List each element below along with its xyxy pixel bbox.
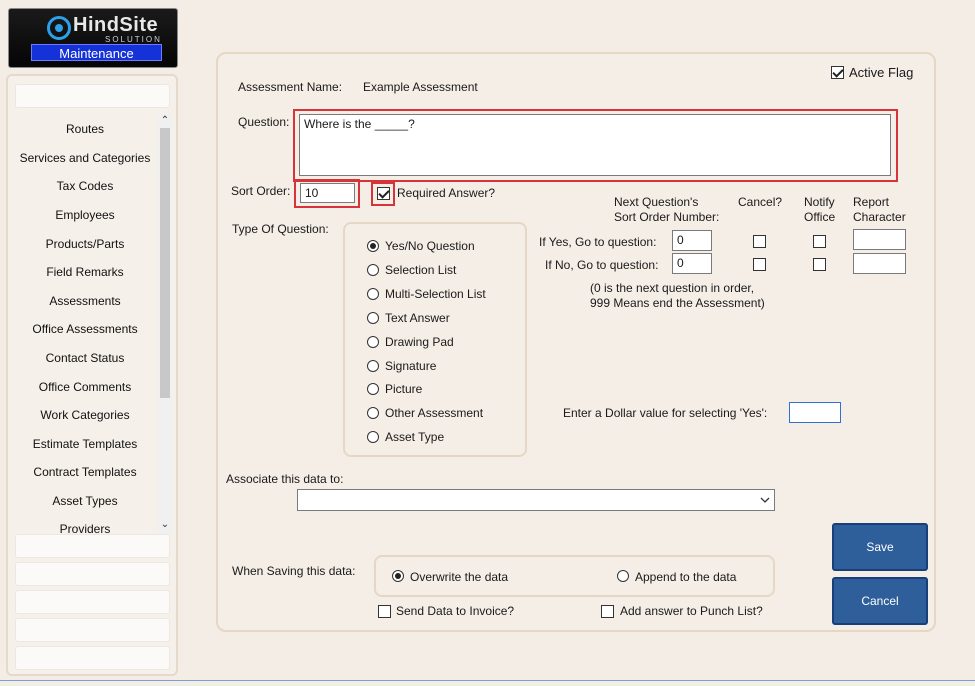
if-yes-notify-checkbox[interactable] xyxy=(813,235,826,248)
radio-signature[interactable] xyxy=(367,360,379,372)
radio-text-answer[interactable] xyxy=(367,312,379,324)
scroll-thumb[interactable] xyxy=(160,128,170,398)
sidebar-item-assessments[interactable]: Assessments xyxy=(12,294,158,308)
radio-other-assessment[interactable] xyxy=(367,407,379,419)
radio-drawing-pad[interactable] xyxy=(367,336,379,348)
sidebar-group-button[interactable] xyxy=(15,84,170,108)
option-signature[interactable]: Signature xyxy=(385,359,436,373)
radio-asset-type[interactable] xyxy=(367,431,379,443)
if-no-notify-checkbox[interactable] xyxy=(813,258,826,271)
dollar-value-label: Enter a Dollar value for selecting 'Yes'… xyxy=(563,406,768,420)
option-other-assessment[interactable]: Other Assessment xyxy=(385,406,483,420)
option-overwrite[interactable]: Overwrite the data xyxy=(410,570,508,584)
sidebar-item-work-categories[interactable]: Work Categories xyxy=(12,408,158,422)
required-answer-checkbox[interactable] xyxy=(377,187,390,200)
punch-list-label: Add answer to Punch List? xyxy=(620,604,763,618)
option-multi-selection-list[interactable]: Multi-Selection List xyxy=(385,287,486,301)
sidebar-group-button[interactable] xyxy=(15,562,170,586)
radio-selection-list[interactable] xyxy=(367,264,379,276)
window-bottom-border xyxy=(0,680,975,681)
option-selection-list[interactable]: Selection List xyxy=(385,263,456,277)
punch-list-checkbox[interactable] xyxy=(601,605,614,618)
scroll-up-icon[interactable]: ⌃ xyxy=(158,114,172,128)
if-yes-report-input[interactable] xyxy=(853,229,906,250)
option-picture[interactable]: Picture xyxy=(385,382,422,396)
send-invoice-checkbox[interactable] xyxy=(378,605,391,618)
logo-brand: HindSite xyxy=(73,14,159,36)
sidebar-item-contact-status[interactable]: Contact Status xyxy=(12,351,158,365)
sidebar-item-routes[interactable]: Routes xyxy=(12,122,158,136)
sidebar-item-office-comments[interactable]: Office Comments xyxy=(12,380,158,394)
if-yes-label: If Yes, Go to question: xyxy=(539,235,657,249)
branch-note-line-1: (0 is the next question in order, xyxy=(590,281,755,295)
sidebar-item-field-remarks[interactable]: Field Remarks xyxy=(12,265,158,279)
sidebar-item-products-parts[interactable]: Products/Parts xyxy=(12,237,158,251)
option-text-answer[interactable]: Text Answer xyxy=(385,311,450,325)
question-label: Question: xyxy=(238,115,290,129)
saving-label: When Saving this data: xyxy=(232,564,356,578)
branch-note-line-2: 999 Means end the Assessment) xyxy=(590,296,765,310)
next-question-header-2: Sort Order Number: xyxy=(614,210,720,224)
logo-mark-icon xyxy=(47,16,71,40)
option-append[interactable]: Append to the data xyxy=(635,570,736,584)
active-flag-label: Active Flag xyxy=(849,65,914,80)
required-answer-label: Required Answer? xyxy=(397,186,496,200)
sort-order-input[interactable]: 10 xyxy=(300,183,355,203)
cancel-button[interactable]: Cancel xyxy=(832,577,928,625)
sidebar-item-contract-templates[interactable]: Contract Templates xyxy=(12,465,158,479)
sidebar-group-button[interactable] xyxy=(15,646,170,670)
sidebar-group-button[interactable] xyxy=(15,534,170,558)
report-header-1: Report xyxy=(853,195,890,209)
chevron-down-icon[interactable] xyxy=(759,494,771,506)
maintenance-menu-list: Routes Services and Categories Tax Codes… xyxy=(12,114,158,536)
sidebar-group-button[interactable] xyxy=(15,590,170,614)
if-no-report-input[interactable] xyxy=(853,253,906,274)
dollar-value-input[interactable] xyxy=(789,402,841,423)
radio-picture[interactable] xyxy=(367,383,379,395)
sidebar: Routes Services and Categories Tax Codes… xyxy=(6,74,178,676)
logo-subtitle: SOLUTION xyxy=(105,35,162,44)
sidebar-item-tax-codes[interactable]: Tax Codes xyxy=(12,179,158,193)
radio-append[interactable] xyxy=(617,570,629,582)
if-no-cancel-checkbox[interactable] xyxy=(753,258,766,271)
sidebar-item-office-assessments[interactable]: Office Assessments xyxy=(12,322,158,336)
sort-order-label: Sort Order: xyxy=(231,184,291,198)
notify-header-2: Office xyxy=(804,210,836,224)
question-textarea[interactable]: Where is the _____? xyxy=(299,114,891,176)
sidebar-scrollbar[interactable]: ⌃ ⌄ xyxy=(158,114,172,534)
option-asset-type[interactable]: Asset Type xyxy=(385,430,444,444)
scroll-down-icon[interactable]: ⌄ xyxy=(158,518,172,532)
if-no-question-input[interactable]: 0 xyxy=(672,253,712,274)
option-drawing-pad[interactable]: Drawing Pad xyxy=(385,335,454,349)
associate-select[interactable] xyxy=(297,489,775,511)
radio-overwrite[interactable] xyxy=(392,570,404,582)
send-invoice-label: Send Data to Invoice? xyxy=(396,604,515,618)
if-yes-cancel-checkbox[interactable] xyxy=(753,235,766,248)
section-label: Maintenance xyxy=(31,44,162,61)
if-yes-question-input[interactable]: 0 xyxy=(672,230,712,251)
app-logo: HindSite SOLUTION Maintenance xyxy=(8,8,178,68)
next-question-header-1: Next Question's xyxy=(614,195,699,209)
sidebar-item-employees[interactable]: Employees xyxy=(12,208,158,222)
cancel-header: Cancel? xyxy=(738,195,783,209)
question-type-label: Type Of Question: xyxy=(232,222,329,236)
active-flag-checkbox[interactable] xyxy=(831,66,844,79)
option-yes-no-question[interactable]: Yes/No Question xyxy=(385,239,475,253)
associate-label: Associate this data to: xyxy=(226,472,344,486)
sidebar-group-button[interactable] xyxy=(15,618,170,642)
radio-multi-selection-list[interactable] xyxy=(367,288,379,300)
sidebar-item-estimate-templates[interactable]: Estimate Templates xyxy=(12,437,158,451)
assessment-name-label: Assessment Name: xyxy=(238,80,343,94)
sidebar-item-services-and-categories[interactable]: Services and Categories xyxy=(12,151,158,165)
if-no-label: If No, Go to question: xyxy=(545,258,659,272)
assessment-name-value: Example Assessment xyxy=(363,80,478,94)
radio-yes-no-question[interactable] xyxy=(367,240,379,252)
notify-header-1: Notify xyxy=(804,195,835,209)
sidebar-item-asset-types[interactable]: Asset Types xyxy=(12,494,158,508)
report-header-2: Character xyxy=(853,210,906,224)
save-button[interactable]: Save xyxy=(832,523,928,571)
